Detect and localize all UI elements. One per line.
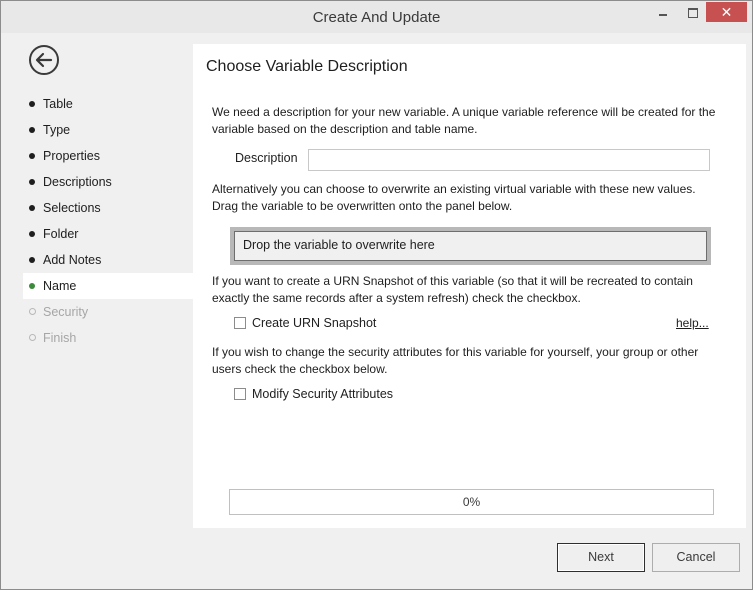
step-complete-icon <box>29 127 35 133</box>
maximize-button[interactable] <box>679 2 707 22</box>
step-label: Folder <box>43 227 79 241</box>
step-finish: Finish <box>23 325 193 351</box>
security-attributes-checkbox[interactable] <box>234 388 246 400</box>
security-attributes-label[interactable]: Modify Security Attributes <box>252 387 393 401</box>
step-complete-icon <box>29 101 35 107</box>
overwrite-text: Alternatively you can choose to overwrit… <box>212 182 696 213</box>
wizard-steps-sidebar: Table Type Properties Descriptions Selec… <box>2 34 193 528</box>
help-link[interactable]: help... <box>676 316 709 330</box>
back-button[interactable] <box>29 45 59 75</box>
step-label: Selections <box>43 201 101 215</box>
urn-snapshot-checkbox[interactable] <box>234 317 246 329</box>
close-button[interactable]: ✕ <box>706 2 747 22</box>
step-complete-icon <box>29 153 35 159</box>
wizard-window: Create And Update ✕ Table Type Propertie… <box>0 0 753 590</box>
description-label: Description <box>235 151 298 165</box>
step-complete-icon <box>29 179 35 185</box>
step-pending-icon <box>29 308 36 315</box>
intro-text: We need a description for your new varia… <box>212 105 716 136</box>
close-icon: ✕ <box>720 4 733 20</box>
step-label: Finish <box>43 331 77 345</box>
minimize-icon <box>659 14 667 16</box>
step-label: Table <box>43 97 73 111</box>
step-label: Add Notes <box>43 253 102 267</box>
maximize-icon <box>688 8 698 18</box>
step-label: Name <box>43 279 77 293</box>
page-title: Choose Variable Description <box>206 58 408 75</box>
step-complete-icon <box>29 231 35 237</box>
step-selections[interactable]: Selections <box>23 195 193 221</box>
progress-bar: 0% <box>229 489 714 515</box>
next-button[interactable]: Next <box>557 543 645 572</box>
step-folder[interactable]: Folder <box>23 221 193 247</box>
step-security: Security <box>23 299 193 325</box>
step-complete-icon <box>29 205 35 211</box>
step-complete-icon <box>29 257 35 263</box>
step-label: Descriptions <box>43 175 112 189</box>
step-add-notes[interactable]: Add Notes <box>23 247 193 273</box>
step-label: Type <box>43 123 71 137</box>
back-arrow-icon <box>35 52 53 68</box>
urn-snapshot-label[interactable]: Create URN Snapshot <box>252 316 376 330</box>
title-bar: Create And Update ✕ <box>1 1 752 33</box>
step-label: Properties <box>43 149 100 163</box>
step-pending-icon <box>29 334 36 341</box>
step-table[interactable]: Table <box>23 91 193 117</box>
minimize-button[interactable] <box>649 2 677 22</box>
step-name[interactable]: Name <box>23 273 193 299</box>
drop-zone-label: Drop the variable to overwrite here <box>234 231 707 261</box>
step-active-icon <box>29 283 35 289</box>
urn-snapshot-text: If you want to create a URN Snapshot of … <box>212 274 693 305</box>
step-descriptions[interactable]: Descriptions <box>23 169 193 195</box>
step-label: Security <box>43 305 89 319</box>
step-content-panel: Choose Variable Description We need a de… <box>193 44 746 528</box>
progress-text: 0% <box>462 495 481 509</box>
step-properties[interactable]: Properties <box>23 143 193 169</box>
cancel-button[interactable]: Cancel <box>652 543 740 572</box>
window-title: Create And Update <box>312 9 441 26</box>
drop-zone[interactable]: Drop the variable to overwrite here <box>230 227 711 265</box>
description-input[interactable] <box>308 149 710 171</box>
security-text: If you wish to change the security attri… <box>212 345 699 376</box>
step-type[interactable]: Type <box>23 117 193 143</box>
